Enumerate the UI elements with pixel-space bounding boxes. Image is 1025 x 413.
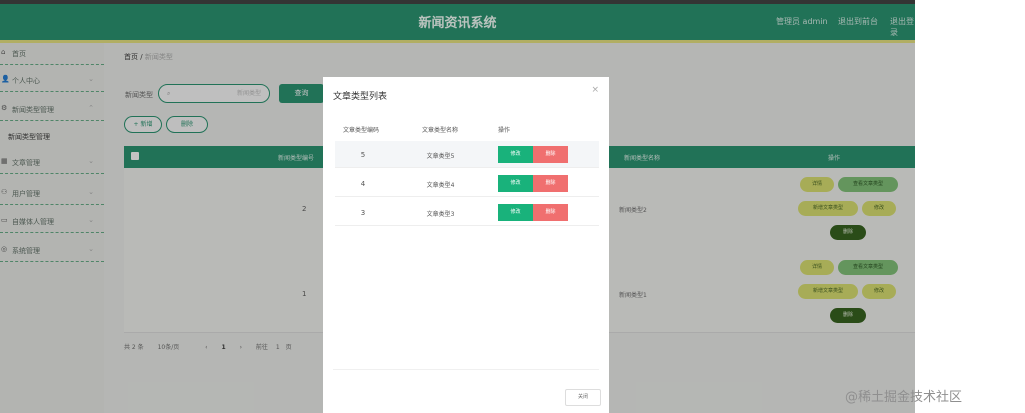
dialog-title: 文章类型列表 bbox=[333, 92, 388, 102]
dialog-table-row: 3 文章类型3 修改 删除 bbox=[335, 199, 599, 226]
dialog-column-header: 操作 bbox=[498, 127, 511, 134]
watermark: @稀土掘金技术社区 bbox=[845, 390, 963, 405]
article-type-id: 3 bbox=[360, 209, 366, 217]
article-type-name: 文章类型3 bbox=[426, 211, 455, 218]
delete-article-type-button[interactable]: 删除 bbox=[533, 146, 568, 163]
article-type-id: 4 bbox=[360, 180, 366, 188]
dialog-column-header: 文章类型编码 bbox=[343, 127, 380, 134]
article-type-id: 5 bbox=[360, 151, 366, 159]
edit-article-type-button[interactable]: 修改 bbox=[498, 204, 533, 221]
dialog-table-row: 4 文章类型4 修改 删除 bbox=[335, 170, 599, 197]
article-type-name: 文章类型4 bbox=[426, 182, 455, 189]
dialog-footer-divider bbox=[333, 369, 599, 370]
close-icon[interactable]: × bbox=[591, 85, 599, 95]
dialog-close-button[interactable]: 关闭 bbox=[565, 389, 601, 406]
delete-article-type-button[interactable]: 删除 bbox=[533, 175, 568, 192]
edit-article-type-button[interactable]: 修改 bbox=[498, 175, 533, 192]
dialog-column-header: 文章类型名称 bbox=[422, 127, 459, 134]
dialog-table-row: 5 文章类型5 修改 删除 bbox=[335, 141, 599, 168]
delete-article-type-button[interactable]: 删除 bbox=[533, 204, 568, 221]
article-type-name: 文章类型5 bbox=[426, 153, 455, 160]
edit-article-type-button[interactable]: 修改 bbox=[498, 146, 533, 163]
article-type-dialog: 文章类型列表 × 文章类型编码 文章类型名称 操作 5 文章类型5 修改 删除 … bbox=[323, 77, 609, 413]
